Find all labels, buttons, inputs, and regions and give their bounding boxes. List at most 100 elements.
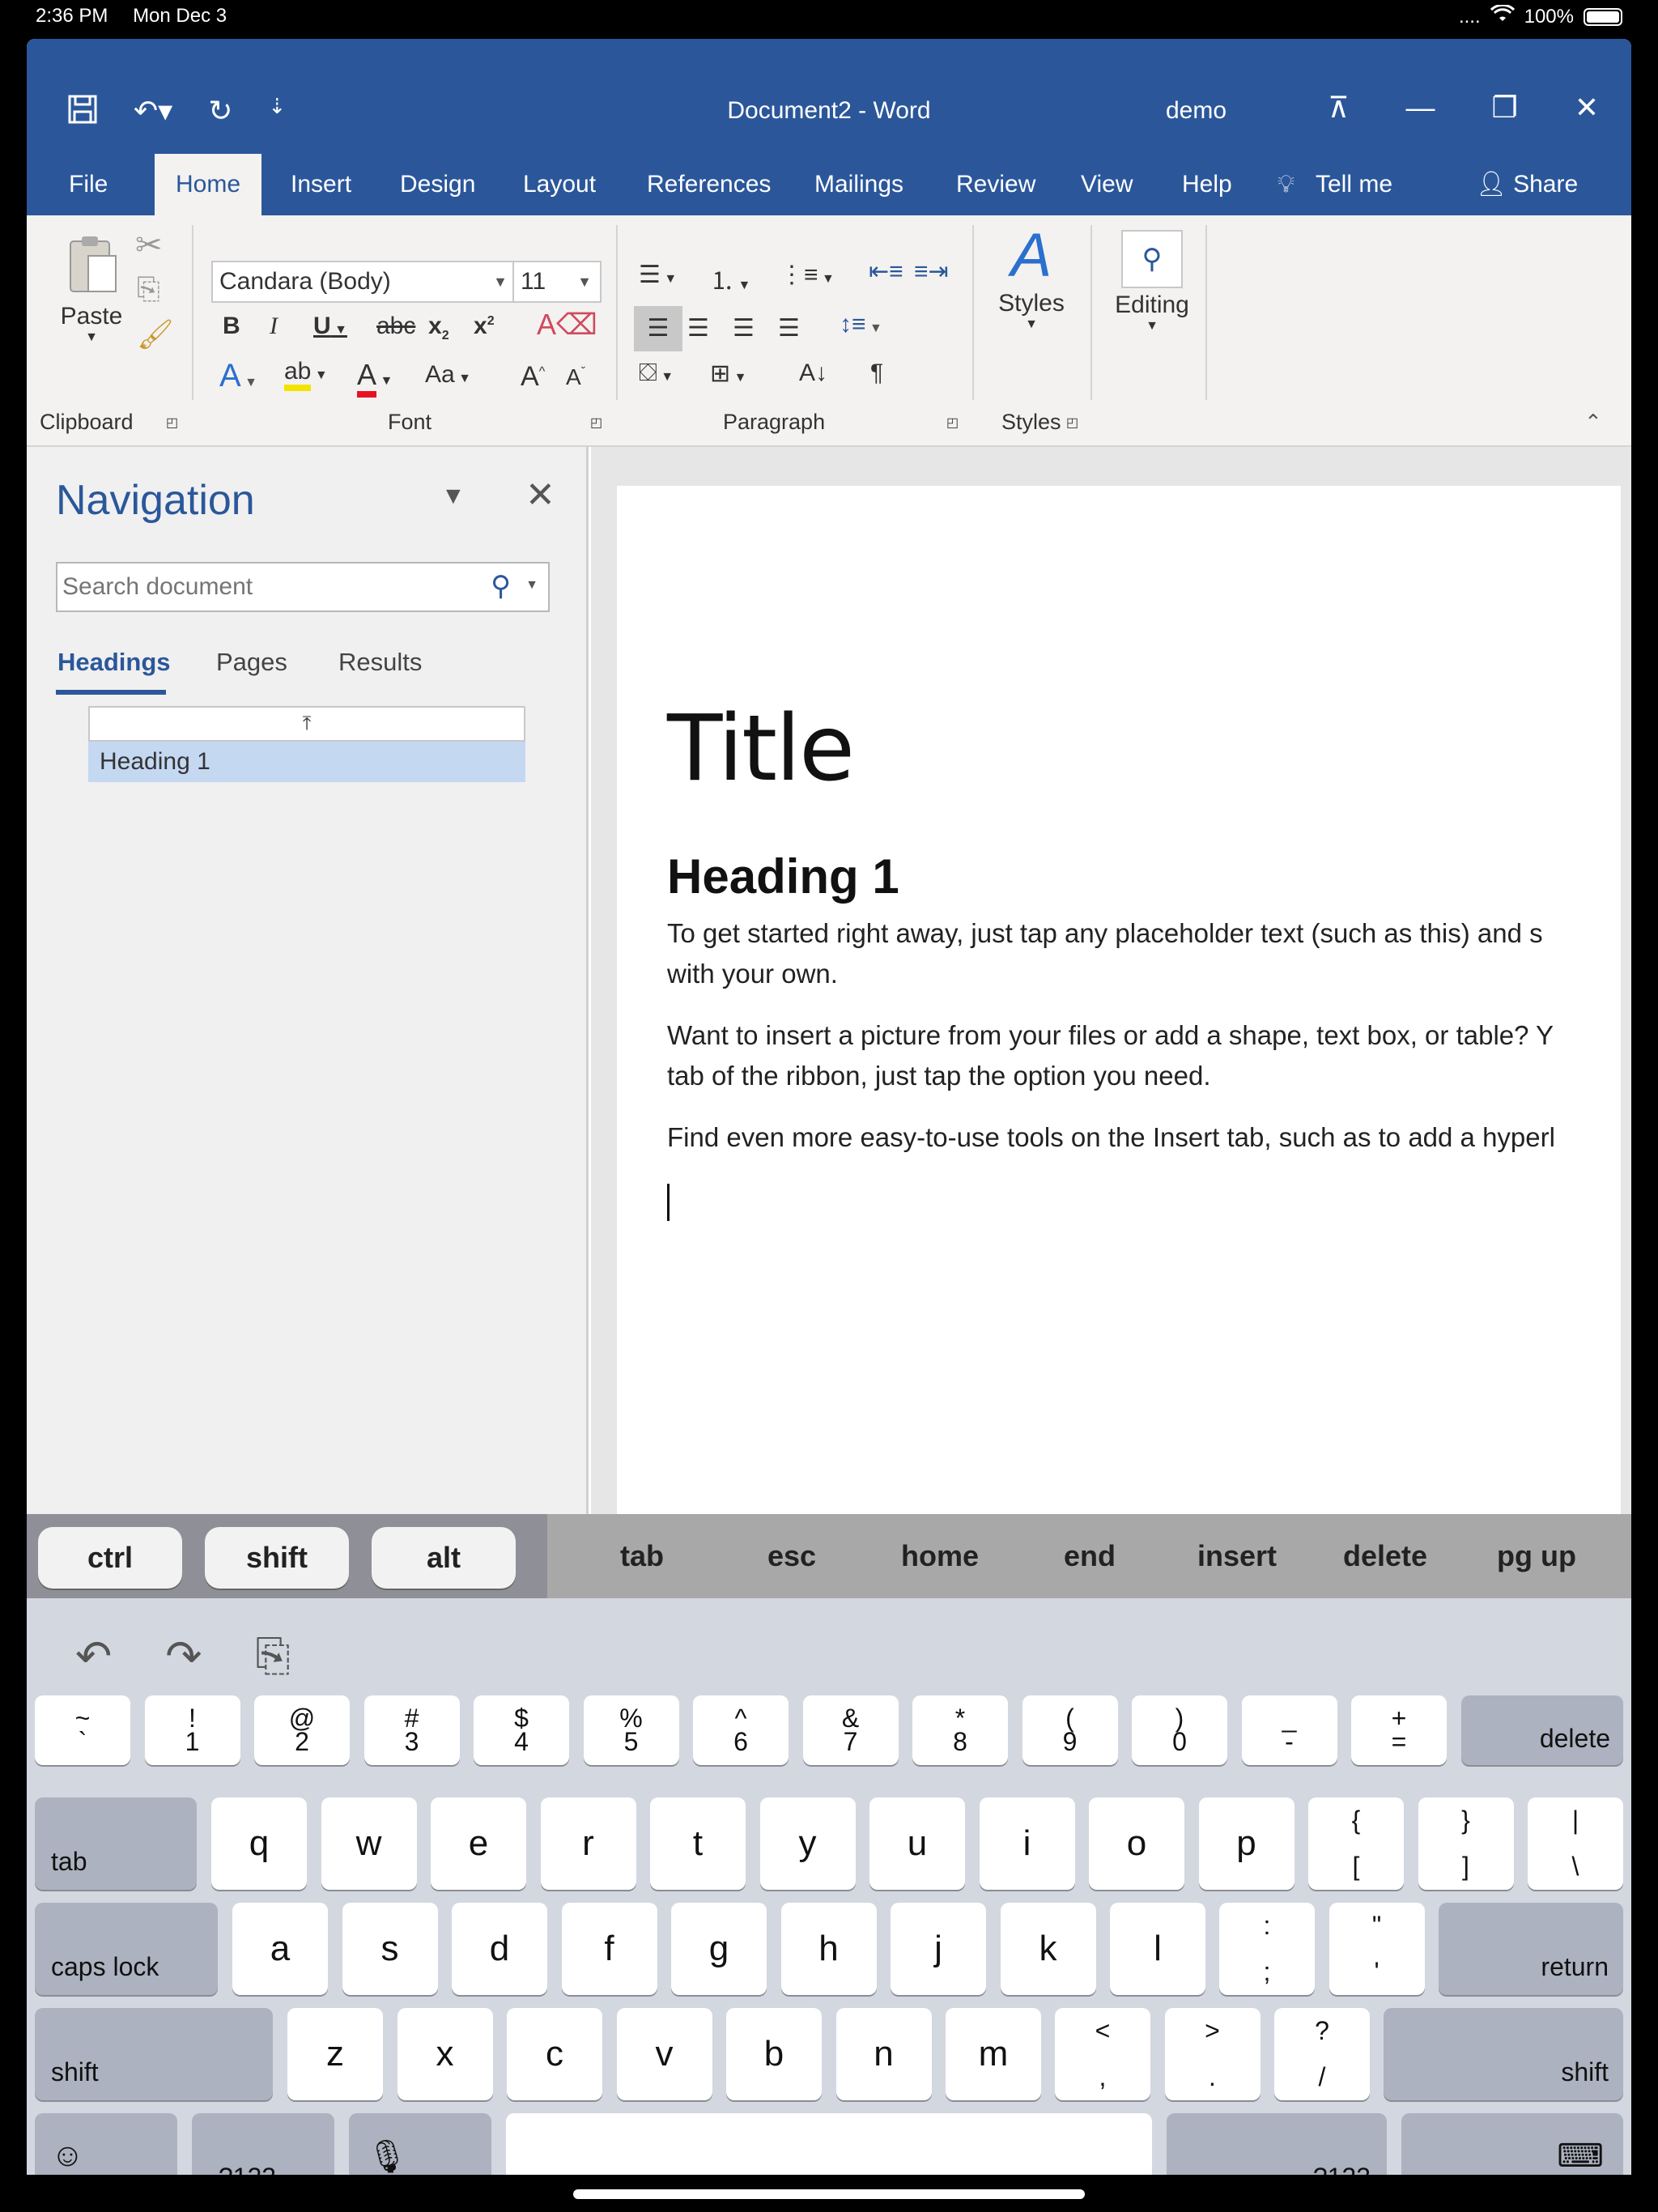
tab-help[interactable]: Help: [1182, 154, 1232, 215]
key-2[interactable]: @2: [254, 1695, 350, 1765]
caps-lock-key[interactable]: caps lock: [35, 1903, 218, 1995]
user-name[interactable]: demo: [1166, 97, 1226, 125]
key-l[interactable]: l: [1110, 1903, 1205, 1995]
font-launcher-icon[interactable]: ◰: [590, 415, 602, 431]
cut-icon[interactable]: ✂: [135, 227, 163, 264]
tab-references[interactable]: References: [647, 154, 771, 215]
decrease-indent-icon[interactable]: ⇤≡: [869, 257, 903, 286]
paragraph-launcher-icon[interactable]: ◰: [946, 415, 959, 431]
doc-paragraph-3[interactable]: Find even more easy-to-use tools on the …: [667, 1117, 1621, 1158]
tab-review[interactable]: Review: [956, 154, 1035, 215]
key-sym4-1[interactable]: >.: [1164, 2008, 1261, 2100]
key-sym3-0[interactable]: :;: [1219, 1903, 1315, 1995]
key-11[interactable]: _ -: [1241, 1695, 1337, 1765]
underline-icon[interactable]: U ▼: [313, 313, 347, 340]
tab-view[interactable]: View: [1081, 154, 1133, 215]
paste-dropdown-icon[interactable]: ▼: [51, 330, 132, 345]
alt-key[interactable]: alt: [372, 1527, 516, 1589]
key-w[interactable]: w: [321, 1797, 417, 1890]
key-v[interactable]: v: [616, 2008, 712, 2100]
styles-button[interactable]: A Styles ▼: [995, 222, 1068, 332]
key-g[interactable]: g: [671, 1903, 767, 1995]
key-n[interactable]: n: [835, 2008, 932, 2100]
change-case-icon[interactable]: Aa ▼: [425, 361, 471, 389]
superscript-icon[interactable]: x2: [474, 313, 495, 340]
tab-design[interactable]: Design: [400, 154, 475, 215]
center-icon[interactable]: ☰: [687, 314, 709, 342]
dictation-key[interactable]: 🎙︎: [349, 2113, 491, 2175]
show-marks-icon[interactable]: ¶: [870, 359, 883, 387]
font-name-combo[interactable]: Candara (Body) ▼: [211, 261, 517, 303]
tab-shortcut-key[interactable]: tab: [620, 1514, 664, 1598]
key-5[interactable]: % 5: [583, 1695, 679, 1765]
numbers-key-left[interactable]: .?123: [192, 2113, 334, 2175]
pane-options-icon[interactable]: ▼: [441, 483, 466, 510]
home-indicator[interactable]: [573, 2189, 1085, 2199]
right-shift-key[interactable]: shift: [1384, 2008, 1623, 2100]
delete-key[interactable]: delete: [1461, 1695, 1623, 1765]
collapse-ribbon-icon[interactable]: ⌃: [1584, 410, 1602, 435]
minimize-icon[interactable]: —: [1406, 91, 1435, 125]
key-sym4-0[interactable]: <,: [1055, 2008, 1150, 2100]
document-page[interactable]: Title Heading 1 To get started right awa…: [617, 486, 1621, 1530]
key-s[interactable]: s: [342, 1903, 438, 1995]
heading-item[interactable]: Heading 1: [88, 742, 525, 782]
tell-me-button[interactable]: 💡︎ Tell me: [1278, 154, 1392, 215]
esc-key[interactable]: esc: [767, 1514, 816, 1598]
paste-button[interactable]: Paste ▼: [51, 232, 132, 345]
paste-icon[interactable]: ⎘: [256, 1631, 291, 1682]
key-k[interactable]: k: [1000, 1903, 1096, 1995]
clear-format-icon[interactable]: A⌫: [537, 308, 597, 342]
key-x[interactable]: x: [397, 2008, 493, 2100]
key-sym4-2[interactable]: ? /: [1274, 2008, 1370, 2100]
justify-icon[interactable]: ☰: [778, 314, 800, 342]
bold-icon[interactable]: B: [223, 313, 240, 340]
key-m[interactable]: m: [946, 2008, 1041, 2100]
search-icon[interactable]: ⚲: [491, 570, 511, 602]
font-size-combo[interactable]: 11 ▼: [512, 261, 602, 303]
tab-file[interactable]: File: [69, 154, 108, 215]
sort-icon[interactable]: A↓: [799, 359, 827, 387]
key-f[interactable]: f: [561, 1903, 657, 1995]
shrink-font-icon[interactable]: Aˇ: [566, 364, 585, 390]
key-12[interactable]: + =: [1351, 1695, 1447, 1765]
multilevel-icon[interactable]: ⋮≡ ▼: [780, 261, 835, 289]
ctrl-key[interactable]: ctrl: [38, 1527, 182, 1589]
page-up-key[interactable]: pg up: [1497, 1514, 1576, 1598]
bullets-icon[interactable]: ☰ ▼: [639, 261, 677, 289]
clipboard-launcher-icon[interactable]: ◰: [166, 415, 178, 431]
restore-icon[interactable]: ❐: [1492, 91, 1518, 125]
key-b[interactable]: b: [726, 2008, 822, 2100]
home-key[interactable]: home: [901, 1514, 979, 1598]
key-i[interactable]: i: [979, 1797, 1075, 1890]
subscript-icon[interactable]: x2: [428, 313, 449, 343]
space-bar[interactable]: [506, 2113, 1152, 2175]
dismiss-keyboard-key[interactable]: ⌨: [1401, 2113, 1623, 2175]
line-spacing-icon[interactable]: ↕≡ ▼: [840, 311, 882, 338]
close-pane-icon[interactable]: ✕: [525, 474, 555, 516]
tab-pages[interactable]: Pages: [216, 648, 287, 677]
key-t[interactable]: t: [650, 1797, 746, 1890]
undo-icon[interactable]: ↶: [75, 1631, 112, 1682]
align-left-icon[interactable]: ☰: [634, 306, 682, 351]
numbers-key-right[interactable]: .?123: [1167, 2113, 1387, 2175]
insert-key[interactable]: insert: [1197, 1514, 1277, 1598]
key-0[interactable]: ~ `: [35, 1695, 130, 1765]
doc-paragraph-1[interactable]: To get started right away, just tap any …: [667, 913, 1621, 994]
key-j[interactable]: j: [891, 1903, 986, 1995]
tab-layout[interactable]: Layout: [523, 154, 596, 215]
key-h[interactable]: h: [780, 1903, 877, 1995]
key-o[interactable]: o: [1089, 1797, 1184, 1890]
tab-mailings[interactable]: Mailings: [814, 154, 903, 215]
key-10[interactable]: ) 0: [1132, 1695, 1227, 1765]
key-u[interactable]: u: [869, 1797, 965, 1890]
emoji-key[interactable]: ☺: [35, 2113, 177, 2175]
key-7[interactable]: & 7: [802, 1695, 899, 1765]
key-c[interactable]: c: [507, 2008, 602, 2100]
key-1[interactable]: ! 1: [144, 1695, 240, 1765]
shading-icon[interactable]: ⛋ ▼: [639, 359, 674, 387]
key-y[interactable]: y: [759, 1797, 856, 1890]
font-color-icon[interactable]: A ▼: [357, 358, 393, 398]
text-effects-icon[interactable]: A ▼: [219, 358, 257, 394]
shift-modifier-key[interactable]: shift: [205, 1527, 349, 1589]
